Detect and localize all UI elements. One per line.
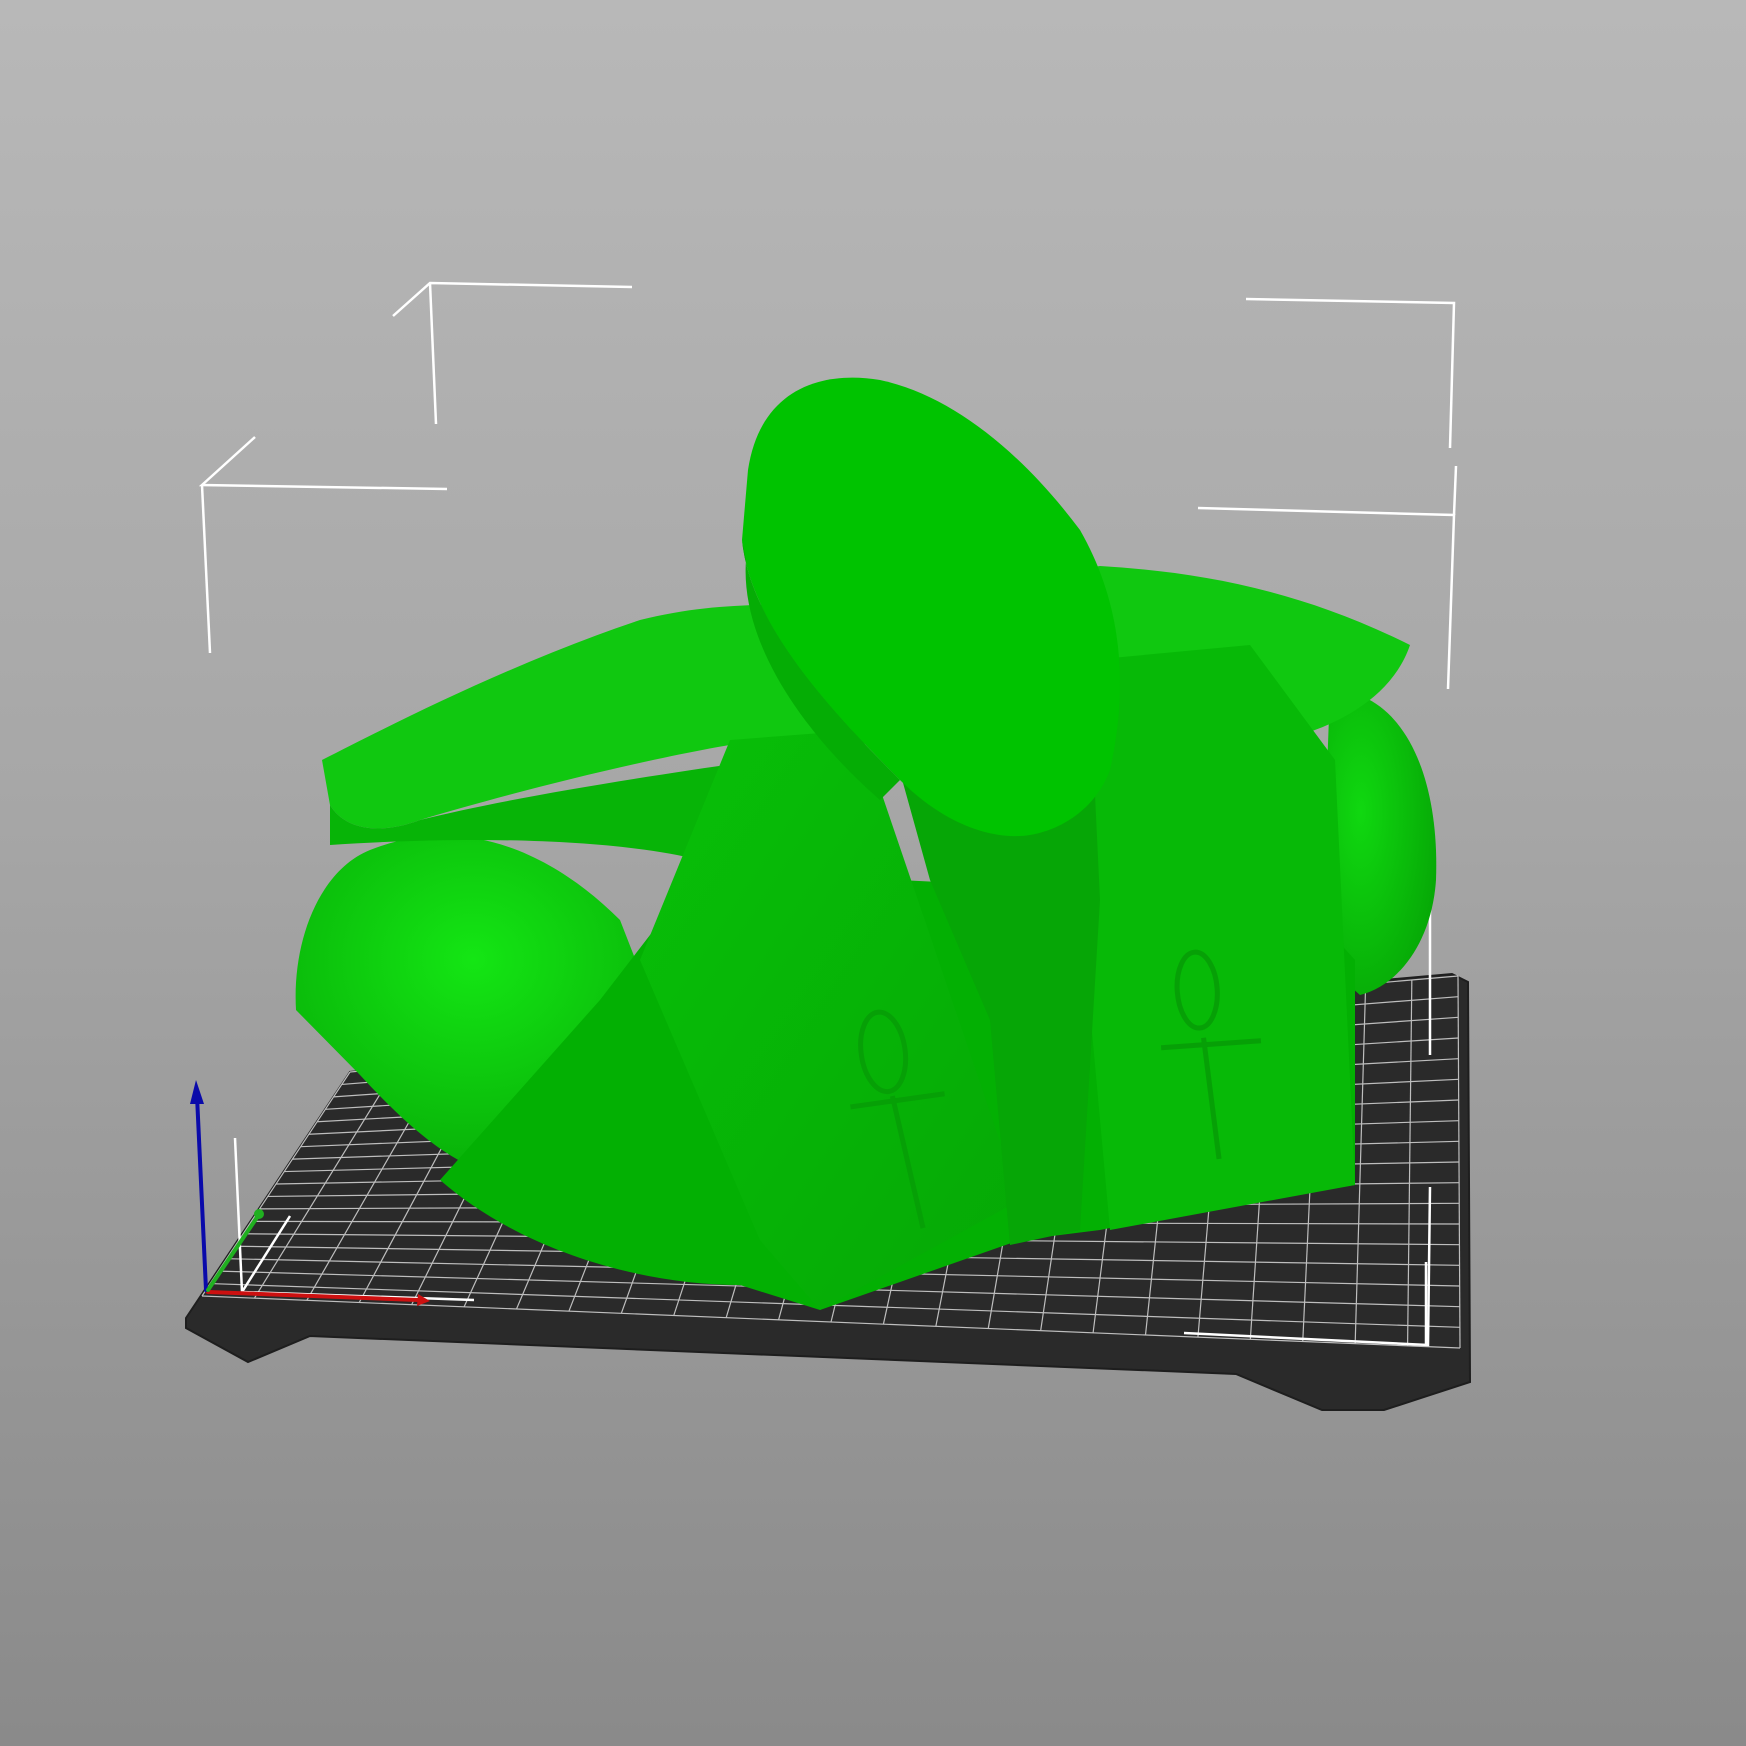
model-bust[interactable] (295, 377, 1437, 1310)
axis-z-arrow (190, 1080, 204, 1104)
3d-viewport[interactable] (0, 0, 1746, 1746)
axis-y-arrow (254, 1209, 264, 1219)
scene-canvas[interactable] (0, 0, 1746, 1746)
axis-z (195, 1094, 208, 1292)
